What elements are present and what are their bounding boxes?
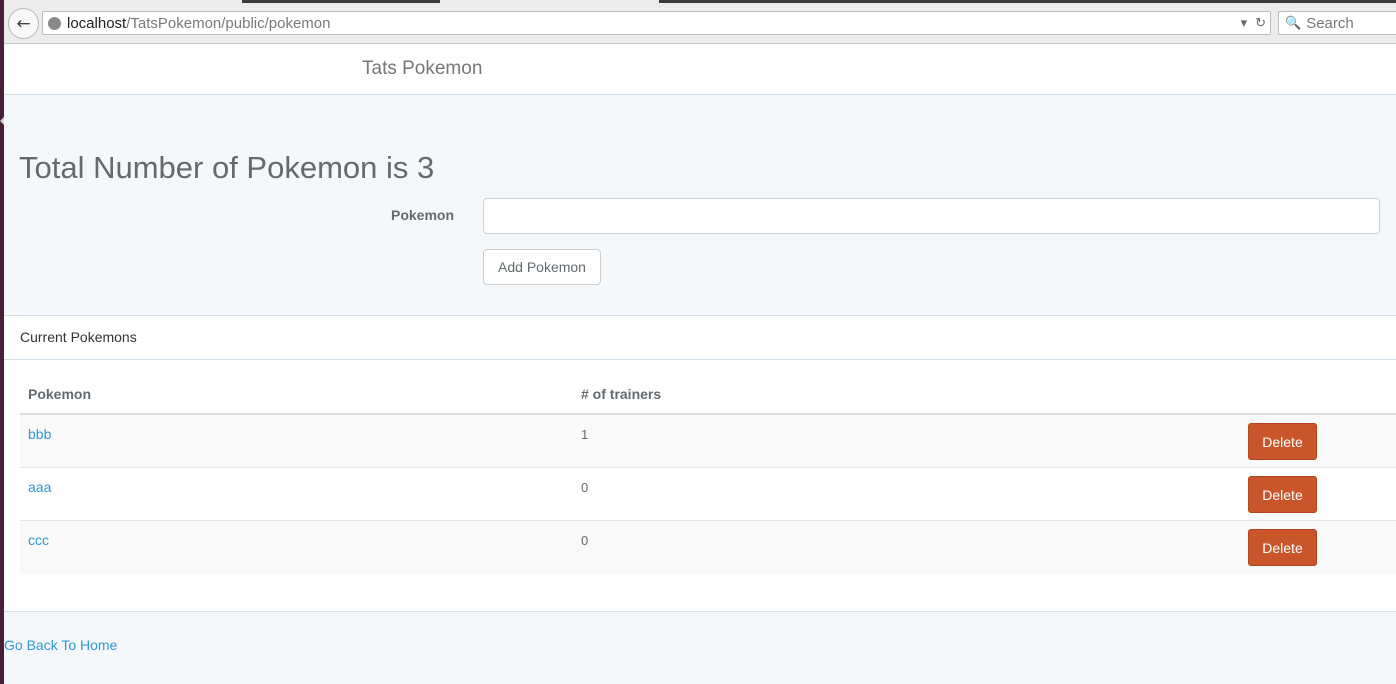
- pokemon-name-input[interactable]: [483, 198, 1380, 234]
- brand-link[interactable]: Tats Pokemon: [362, 58, 482, 80]
- edge-arrow-icon: [0, 117, 4, 125]
- search-icon: 🔍: [1285, 15, 1302, 30]
- pokemon-name-link[interactable]: ccc: [28, 532, 49, 548]
- pokemon-name-link[interactable]: aaa: [28, 479, 51, 495]
- browser-toolbar: ← localhost/TatsPokemon/public/pokemon ▾…: [4, 0, 1396, 44]
- page-title: Total Number of Pokemon is 3: [19, 150, 435, 185]
- url-path: /TatsPokemon/public/pokemon: [126, 14, 331, 32]
- table-header: Pokemon # of trainers: [20, 376, 1396, 415]
- add-pokemon-button[interactable]: Add Pokemon: [483, 249, 601, 285]
- table-row: bbb 1 Delete: [20, 415, 1396, 468]
- browser-tab[interactable]: [659, 0, 1396, 3]
- delete-button[interactable]: Delete: [1248, 529, 1317, 566]
- trainer-count: 0: [581, 480, 589, 495]
- globe-icon: [48, 16, 61, 30]
- table-row: ccc 0 Delete: [20, 521, 1396, 574]
- table-row: aaa 0 Delete: [20, 468, 1396, 521]
- history-dropdown-icon[interactable]: ▾: [1241, 15, 1248, 31]
- address-bar[interactable]: localhost/TatsPokemon/public/pokemon ▾ ↻: [42, 11, 1271, 35]
- back-button[interactable]: ←: [8, 8, 39, 39]
- delete-button[interactable]: Delete: [1248, 423, 1317, 460]
- pokemon-field-label: Pokemon: [390, 207, 454, 223]
- reload-icon[interactable]: ↻: [1255, 15, 1266, 31]
- current-pokemons-panel: Current Pokemons Pokemon # of trainers b…: [4, 315, 1396, 612]
- panel-heading: Current Pokemons: [4, 316, 1396, 360]
- pokemon-table: Pokemon # of trainers bbb 1 Delete aaa 0…: [20, 376, 1396, 574]
- go-back-home-link[interactable]: Go Back To Home: [4, 637, 117, 653]
- search-placeholder: Search: [1306, 14, 1354, 32]
- trainer-count: 1: [581, 427, 589, 442]
- pokemon-name-link[interactable]: bbb: [28, 426, 51, 442]
- browser-tab[interactable]: [242, 0, 440, 3]
- url-host: localhost: [67, 14, 127, 32]
- back-arrow-icon: ←: [16, 13, 31, 34]
- column-header-trainers: # of trainers: [581, 386, 662, 402]
- delete-button[interactable]: Delete: [1248, 476, 1317, 513]
- trainer-count: 0: [581, 533, 589, 548]
- column-header-pokemon: Pokemon: [28, 386, 92, 402]
- navbar: Tats Pokemon: [4, 45, 1396, 95]
- search-field[interactable]: 🔍 Search: [1278, 11, 1396, 35]
